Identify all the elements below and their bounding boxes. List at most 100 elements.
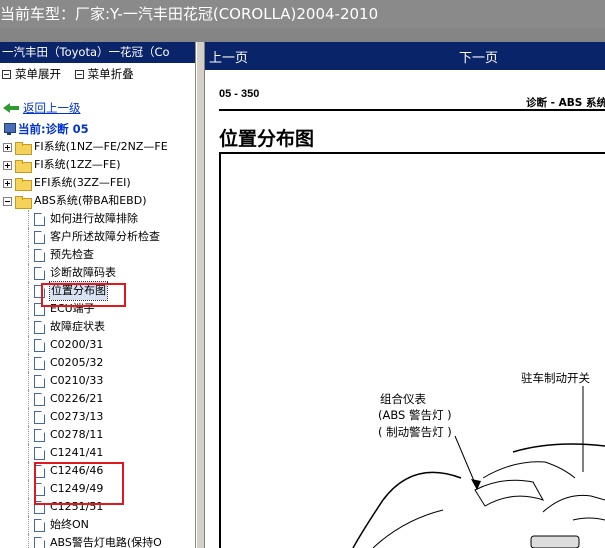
dashboard-diagram [352, 386, 605, 548]
tree-item[interactable]: C0205/32 [0, 354, 195, 372]
panel-splitter[interactable] [196, 42, 205, 548]
document-icon [34, 500, 45, 514]
tree-item[interactable]: 预先检查 [0, 246, 195, 264]
tree-item[interactable]: C1249/49 [0, 480, 195, 498]
tree-item-label: 预先检查 [50, 248, 94, 261]
document-icon [34, 356, 45, 370]
document-icon [34, 212, 45, 226]
folder-icon [15, 141, 32, 155]
document-icon [34, 284, 45, 298]
tree-item-label: 故障症状表 [50, 320, 105, 333]
menu-collapse-button[interactable]: 菜单折叠 [74, 63, 134, 85]
tree-item[interactable]: ABS警告灯电路(保持O [0, 534, 195, 548]
label-abs-warning: (ABS 警告灯 ) [378, 408, 452, 422]
tree-item-label: 始终ON [50, 518, 89, 531]
tree-item-label: 如何进行故障排除 [50, 212, 138, 225]
document-icon [34, 266, 45, 280]
tree-item[interactable]: ECU端子 [0, 300, 195, 318]
window-title: 当前车型：厂家:Y-一汽丰田花冠(COROLLA)2004-2010 [0, 5, 379, 23]
document-icon [34, 464, 45, 478]
computer-icon [3, 123, 16, 135]
label-combination-meter: 组合仪表 [380, 392, 426, 406]
menu-collapse-label: 菜单折叠 [87, 67, 134, 81]
tree-item[interactable]: C0210/33 [0, 372, 195, 390]
meter-hood [482, 461, 576, 479]
window-title-bar: 当前车型：厂家:Y-一汽丰田花冠(COROLLA)2004-2010 [0, 0, 605, 42]
tree-folder[interactable]: ABS系统(带BA和EBD) [0, 192, 195, 210]
tree-item-label: C1251/51 [50, 500, 104, 513]
menu-controls: 菜单展开 菜单折叠 [0, 63, 195, 85]
document-icon [34, 230, 45, 244]
tree-item[interactable]: C0200/31 [0, 336, 195, 354]
tree-item[interactable]: 如何进行故障排除 [0, 210, 195, 228]
document-icon [34, 446, 45, 460]
back-link[interactable]: 返回上一级 [0, 99, 195, 117]
meter-cluster [474, 479, 545, 507]
menu-expand-button[interactable]: 菜单展开 [2, 63, 61, 85]
tree-item[interactable]: 始终ON [0, 516, 195, 534]
dashboard-top-edge [512, 443, 605, 453]
left-panel: 一汽丰田（Toyota）一花冠（Co 菜单展开 菜单折叠 返回上一级 当前:诊断… [0, 42, 196, 548]
switch-part [530, 535, 580, 548]
expand-toggle-icon[interactable] [3, 142, 12, 152]
document-icon [34, 374, 45, 388]
collapse-toggle-icon[interactable] [3, 196, 12, 206]
tree-folder-label: EFI系统(3ZZ—FEI) [34, 176, 131, 189]
label-parking-brake-switch: 驻车制动开关 [521, 371, 590, 385]
right-panel: 上一页 下一页 05 - 350 诊断 - ABS 系统 位置分布图 驻车制动开… [205, 42, 605, 548]
back-arrow-icon [3, 103, 19, 113]
tree-item-label: C1249/49 [50, 482, 104, 495]
tree-item-label: 诊断故障码表 [50, 266, 116, 279]
expand-toggle-icon[interactable] [3, 178, 12, 188]
current-location-label: 当前:诊断 05 [18, 122, 89, 136]
dashboard-outline [352, 471, 462, 548]
tree-folder[interactable]: FI系统(1ZZ—FE) [0, 156, 195, 174]
back-link-label: 返回上一级 [23, 101, 81, 115]
left-panel-header: 一汽丰田（Toyota）一花冠（Co [0, 42, 195, 63]
nav-tree: FI系统(1NZ—FE/2NZ—FE FI系统(1ZZ—FE) EFI系统(3ZZ—… [0, 138, 195, 548]
document-icon [34, 338, 45, 352]
tree-item-label: C1246/46 [50, 464, 104, 477]
tree-folder[interactable]: EFI系统(3ZZ—FEI) [0, 174, 195, 192]
document-icon [34, 410, 45, 424]
steering-column [542, 494, 605, 513]
tree-item[interactable]: 诊断故障码表 [0, 264, 195, 282]
tree-item-label: ECU端子 [50, 302, 95, 315]
tree-item[interactable]: C0273/13 [0, 408, 195, 426]
tree-item[interactable]: C1246/46 [0, 462, 195, 480]
tree-folder-label: ABS系统(带BA和EBD) [34, 194, 147, 207]
tree-item[interactable]: C0226/21 [0, 390, 195, 408]
manual-page: 05 - 350 诊断 - ABS 系统 位置分布图 驻车制动开关 组合仪表 (… [213, 80, 605, 548]
collapse-icon [74, 69, 84, 79]
document-icon [34, 320, 45, 334]
tree-item-label: C0273/13 [50, 410, 104, 423]
folder-icon [15, 159, 32, 173]
current-location: 当前:诊断 05 [0, 120, 195, 138]
tree-item[interactable]: 客户所述故障分析检查 [0, 228, 195, 246]
folder-icon [15, 195, 32, 209]
tree-item-label: C0226/21 [50, 392, 104, 405]
tree-item-label: ABS警告灯电路(保持O [50, 536, 162, 548]
dash-lower-curve [372, 509, 444, 548]
next-page-button[interactable]: 下一页 [459, 47, 498, 66]
tree-folder-label: FI系统(1NZ—FE/2NZ—FE [34, 140, 168, 153]
expand-toggle-icon[interactable] [3, 160, 12, 170]
tree-item[interactable]: 故障症状表 [0, 318, 195, 336]
tree-item[interactable]: C1251/51 [0, 498, 195, 516]
tree-item[interactable]: C1241/41 [0, 444, 195, 462]
document-icon [34, 518, 45, 532]
tree-item[interactable]: C0278/11 [0, 426, 195, 444]
tree-item-label: C0200/31 [50, 338, 104, 351]
column-lower-edge [572, 517, 605, 521]
document-icon [34, 536, 45, 548]
tree-folder[interactable]: FI系统(1NZ—FE/2NZ—FE [0, 138, 195, 156]
document-icon [34, 482, 45, 496]
document-icon [34, 392, 45, 406]
expand-icon [2, 69, 11, 79]
label-brake-warning: ( 制动警告灯 ) [378, 425, 452, 439]
tree-item[interactable]: 位置分布图 [0, 281, 195, 301]
folder-icon [15, 177, 32, 191]
tree-item-label: C0205/32 [50, 356, 104, 369]
document-icon [34, 248, 45, 262]
prev-page-button[interactable]: 上一页 [209, 47, 248, 66]
